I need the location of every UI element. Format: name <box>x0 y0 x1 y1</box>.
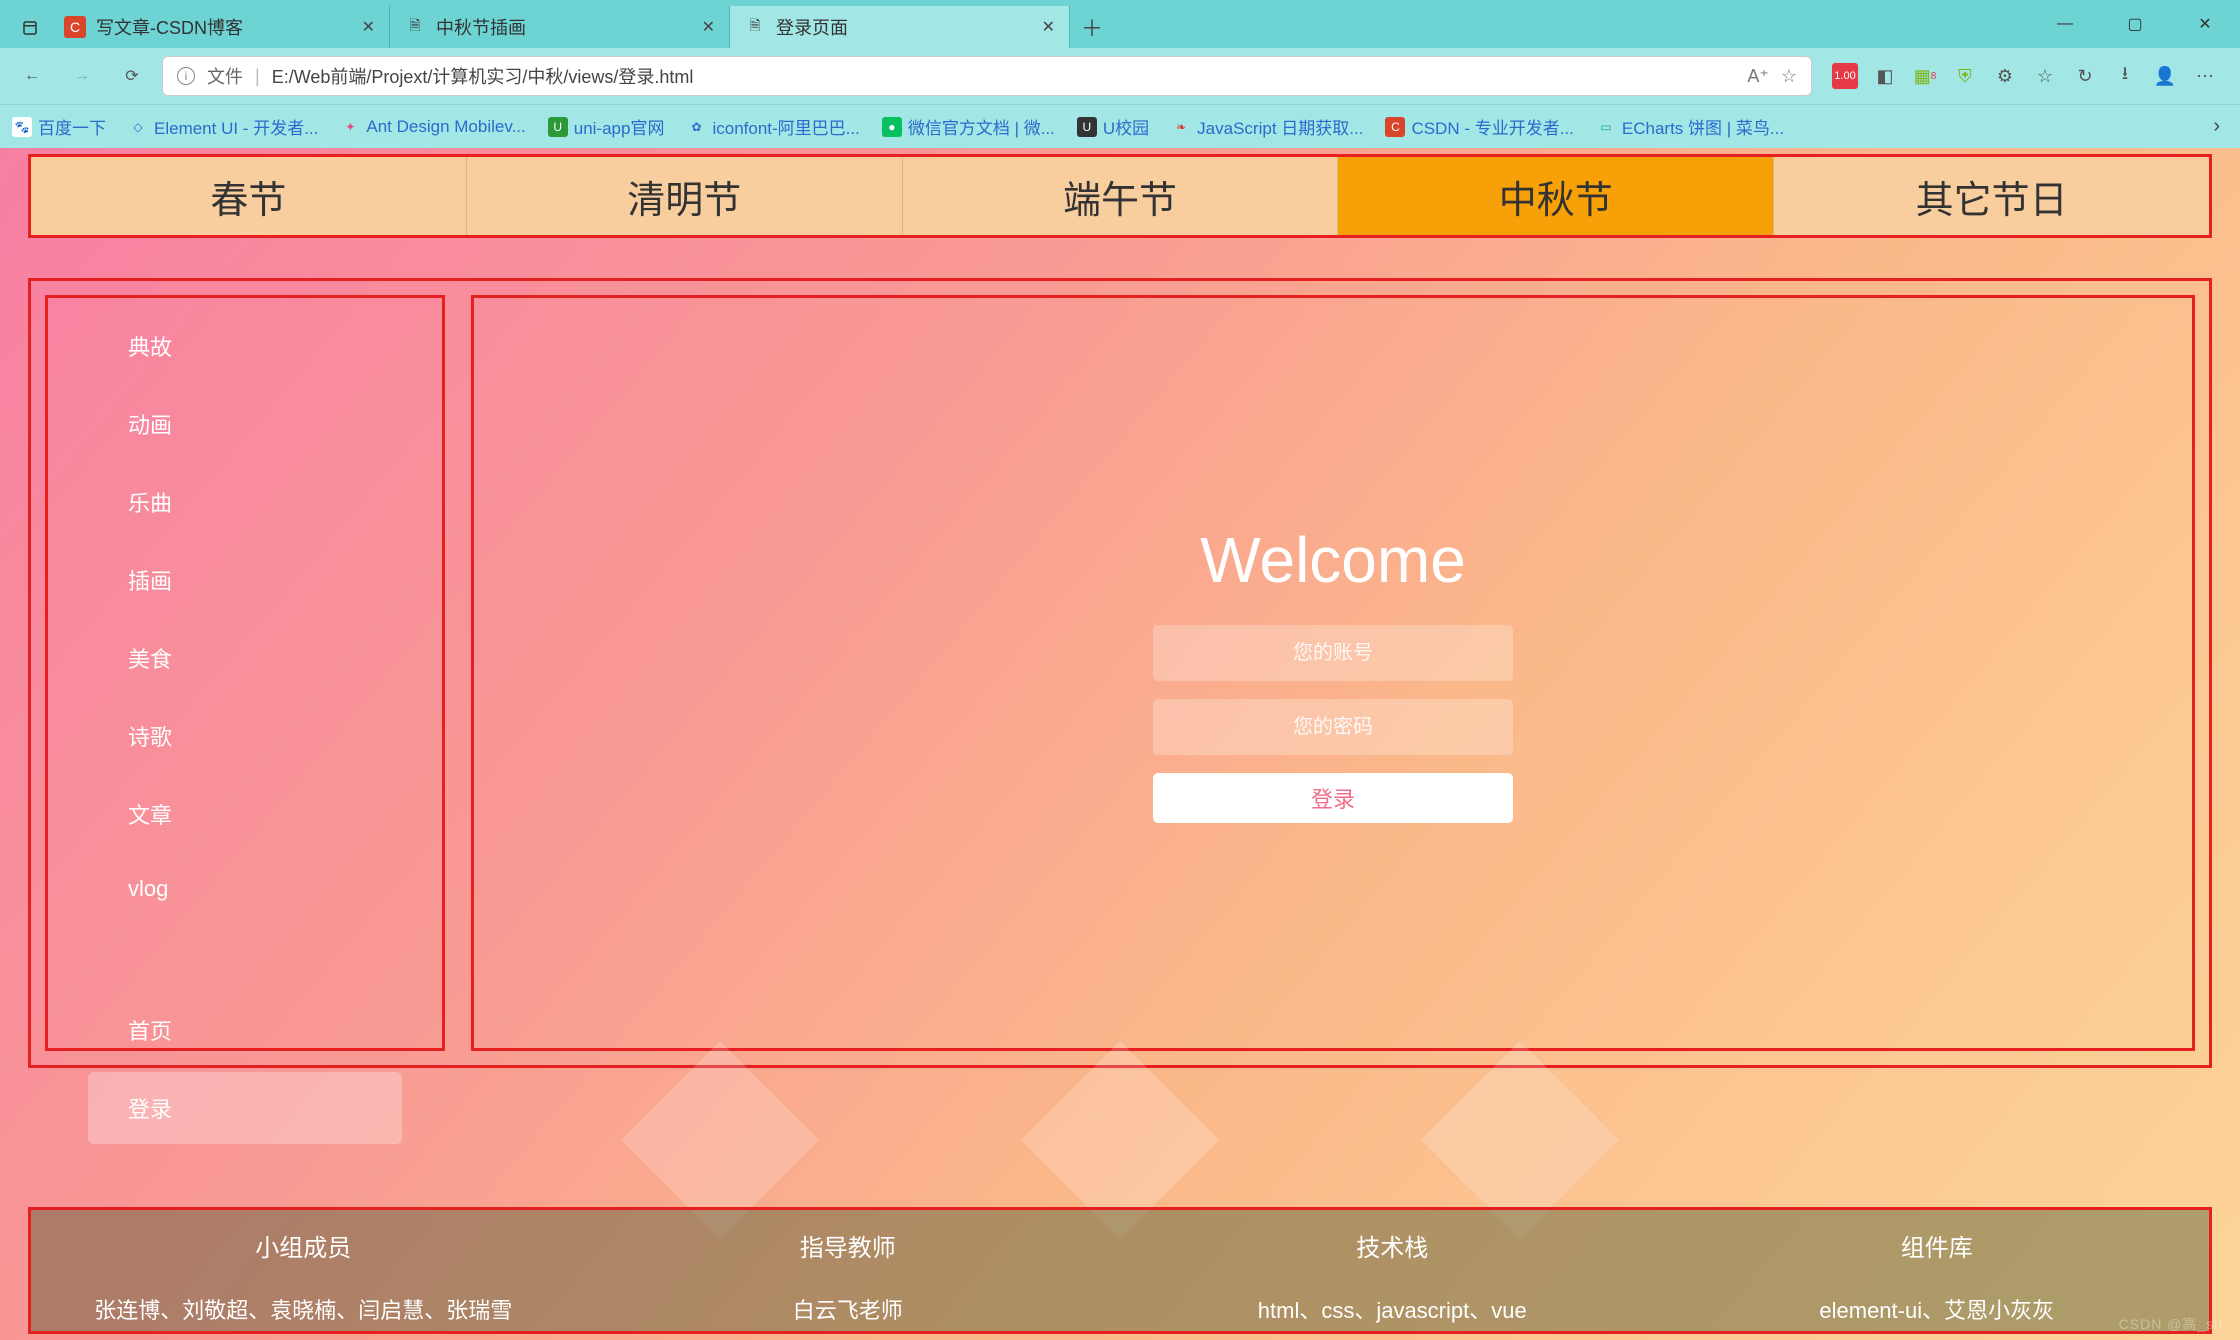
bookmark-3[interactable]: Uuni-app官网 <box>548 114 665 139</box>
bookmark-5[interactable]: ●微信官方文档 | 微... <box>882 114 1055 139</box>
favicon: C <box>64 16 86 38</box>
main-region: Welcome 登录 <box>471 295 2195 1051</box>
maximize-button[interactable]: ▢ <box>2100 0 2170 48</box>
close-icon[interactable]: ✕ <box>1042 17 1055 37</box>
window-controls: — ▢ ✕ <box>2030 0 2240 48</box>
address-bar: ← → ⟳ i 文件 | E:/Web前端/Projext/计算机实习/中秋/v… <box>0 48 2240 104</box>
password-input[interactable] <box>1153 699 1513 755</box>
favorite-icon[interactable]: ☆ <box>1781 66 1797 87</box>
close-icon[interactable]: ✕ <box>702 17 715 37</box>
bookmark-icon: ▭ <box>1596 117 1616 137</box>
sidebar-item-home[interactable]: 首页 <box>88 994 402 1066</box>
url-protocol-label: 文件 <box>207 63 243 89</box>
tab-overview-icon[interactable] <box>10 8 50 48</box>
site-info-icon[interactable]: i <box>177 67 195 85</box>
top-nav-region: 春节 清明节 端午节 中秋节 其它节日 <box>28 154 2212 238</box>
browser-titlebar: C 写文章-CSDN博客 ✕ 🗎 中秋节插画 ✕ 🗎 登录页面 ✕ ＋ — ▢ … <box>0 0 2240 48</box>
toolbar-icons: 1.00 ◧ ▦8 ⛨ ⚙ ☆ ↻ ⭳ 👤 ⋯ <box>1822 63 2228 89</box>
footer-value-0: 张连博、刘敬超、袁晓楠、闫启慧、张瑞雪 <box>31 1293 576 1325</box>
minimize-button[interactable]: — <box>2030 0 2100 48</box>
watermark: CSDN @高_sir <box>2119 1314 2224 1334</box>
top-nav-item-3[interactable]: 中秋节 <box>1338 157 1774 235</box>
bookmark-7[interactable]: ❧JavaScript 日期获取... <box>1171 114 1363 139</box>
footer-value-2: html、css、javascript、vue <box>1120 1293 1665 1325</box>
footer-header-3: 组件库 <box>1665 1228 2210 1293</box>
tab-label: 写文章-CSDN博客 <box>96 14 352 40</box>
sidebar: 典故 动画 乐曲 插画 美食 诗歌 文章 vlog 首页 登录 <box>88 310 402 1144</box>
new-tab-button[interactable]: ＋ <box>1070 6 1114 48</box>
ext-icon-3[interactable]: ▦8 <box>1912 63 1938 89</box>
ext-icon-2[interactable]: ◧ <box>1872 63 1898 89</box>
bookmark-icon: 🐾 <box>12 117 32 137</box>
top-nav-item-4[interactable]: 其它节日 <box>1774 157 2209 235</box>
bookmark-0[interactable]: 🐾百度一下 <box>12 114 106 139</box>
forward-button: → <box>62 56 102 96</box>
bookmarks-bar: 🐾百度一下 ◇Element UI - 开发者... ✦Ant Design M… <box>0 104 2240 148</box>
top-nav-item-2[interactable]: 端午节 <box>903 157 1339 235</box>
page-content: 春节 清明节 端午节 中秋节 其它节日 典故 动画 乐曲 插画 美食 诗歌 文章… <box>0 148 2240 1340</box>
favorites-icon[interactable]: ☆ <box>2032 63 2058 89</box>
footer-header-0: 小组成员 <box>31 1228 576 1293</box>
bookmark-icon: ✿ <box>686 117 706 137</box>
bookmark-icon: ◇ <box>128 117 148 137</box>
sidebar-item-meishi[interactable]: 美食 <box>88 622 402 694</box>
top-nav-item-1[interactable]: 清明节 <box>467 157 903 235</box>
extensions-icon[interactable]: ⚙ <box>1992 63 2018 89</box>
menu-icon[interactable]: ⋯ <box>2192 63 2218 89</box>
bookmark-8[interactable]: CCSDN - 专业开发者... <box>1385 114 1573 139</box>
close-window-button[interactable]: ✕ <box>2170 0 2240 48</box>
login-title: Welcome <box>1153 523 1513 597</box>
footer-header-2: 技术栈 <box>1120 1228 1665 1293</box>
account-input[interactable] <box>1153 625 1513 681</box>
footer-value-1: 白云飞老师 <box>576 1293 1121 1325</box>
footer-region: 小组成员 指导教师 技术栈 组件库 张连博、刘敬超、袁晓楠、闫启慧、张瑞雪 白云… <box>0 1207 2240 1340</box>
downloads-icon[interactable]: ⭳ <box>2112 63 2138 89</box>
history-icon[interactable]: ↻ <box>2072 63 2098 89</box>
bookmark-icon: U <box>548 117 568 137</box>
tab-label: 中秋节插画 <box>436 14 692 40</box>
url-text: E:/Web前端/Projext/计算机实习/中秋/views/登录.html <box>272 63 1736 89</box>
footer-header-1: 指导教师 <box>576 1228 1121 1293</box>
bookmark-icon: ✦ <box>340 117 360 137</box>
profile-icon[interactable]: 👤 <box>2152 63 2178 89</box>
ext-icon-1[interactable]: 1.00 <box>1832 63 1858 89</box>
login-form: Welcome 登录 <box>1153 523 1513 823</box>
footer: 小组成员 指导教师 技术栈 组件库 张连博、刘敬超、袁晓楠、闫启慧、张瑞雪 白云… <box>28 1207 2212 1334</box>
bookmarks-overflow-icon[interactable]: › <box>2213 115 2228 138</box>
bookmark-9[interactable]: ▭ECharts 饼图 | 菜鸟... <box>1596 114 1784 139</box>
sidebar-item-chahua[interactable]: 插画 <box>88 544 402 616</box>
sidebar-item-wenzhang[interactable]: 文章 <box>88 778 402 850</box>
tab-label: 登录页面 <box>776 14 1032 40</box>
url-box[interactable]: i 文件 | E:/Web前端/Projext/计算机实习/中秋/views/登… <box>162 56 1812 96</box>
bookmark-2[interactable]: ✦Ant Design Mobilev... <box>340 117 525 137</box>
top-nav: 春节 清明节 端午节 中秋节 其它节日 <box>31 157 2209 235</box>
login-button[interactable]: 登录 <box>1153 773 1513 823</box>
ext-icon-4[interactable]: ⛨ <box>1952 63 1978 89</box>
sidebar-item-yuequ[interactable]: 乐曲 <box>88 466 402 538</box>
sidebar-item-shige[interactable]: 诗歌 <box>88 700 402 772</box>
bookmark-6[interactable]: UU校园 <box>1077 114 1149 139</box>
sidebar-item-diangu[interactable]: 典故 <box>88 310 402 382</box>
refresh-button[interactable]: ⟳ <box>112 56 152 96</box>
back-button[interactable]: ← <box>12 56 52 96</box>
sidebar-region: 典故 动画 乐曲 插画 美食 诗歌 文章 vlog 首页 登录 <box>45 295 445 1051</box>
browser-tab-1[interactable]: 🗎 中秋节插画 ✕ <box>390 6 730 48</box>
top-nav-item-0[interactable]: 春节 <box>31 157 467 235</box>
bookmark-icon: U <box>1077 117 1097 137</box>
favicon: 🗎 <box>404 16 426 38</box>
bookmark-4[interactable]: ✿iconfont-阿里巴巴... <box>686 114 859 139</box>
bookmark-icon: C <box>1385 117 1405 137</box>
sidebar-item-vlog[interactable]: vlog <box>88 856 402 922</box>
bookmark-icon: ● <box>882 117 902 137</box>
bookmark-icon: ❧ <box>1171 117 1191 137</box>
close-icon[interactable]: ✕ <box>362 17 375 37</box>
bookmark-1[interactable]: ◇Element UI - 开发者... <box>128 114 318 139</box>
body-region: 典故 动画 乐曲 插画 美食 诗歌 文章 vlog 首页 登录 Welcome … <box>28 278 2212 1068</box>
read-aloud-icon[interactable]: A⁺ <box>1747 66 1769 87</box>
browser-tab-0[interactable]: C 写文章-CSDN博客 ✕ <box>50 6 390 48</box>
favicon: 🗎 <box>744 16 766 38</box>
browser-tab-2[interactable]: 🗎 登录页面 ✕ <box>730 6 1070 48</box>
sidebar-item-donghua[interactable]: 动画 <box>88 388 402 460</box>
